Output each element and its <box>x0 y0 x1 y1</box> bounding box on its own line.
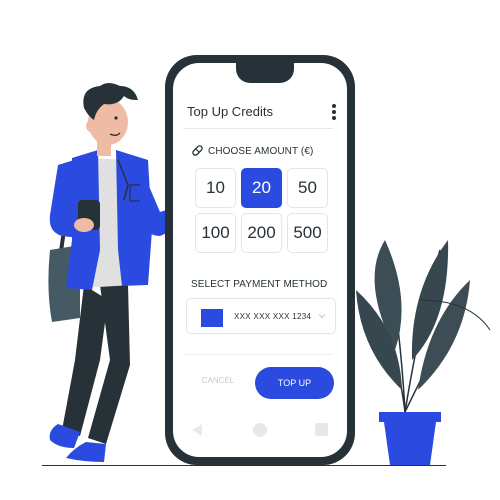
cancel-button[interactable]: CANCEL <box>190 376 246 390</box>
amount-option-20[interactable]: 20 <box>241 168 282 208</box>
chevron-down-icon <box>318 314 326 319</box>
card-number: XXX XXX XXX 1234 <box>234 312 312 321</box>
phone-notch <box>236 55 294 83</box>
back-icon[interactable] <box>191 423 203 437</box>
choose-amount-label: CHOOSE AMOUNT (€) <box>208 146 314 157</box>
amount-grid: 10 20 50 100 200 500 <box>195 168 329 254</box>
payment-method-select[interactable]: XXX XXX XXX 1234 <box>186 298 336 334</box>
ground-line <box>42 465 446 466</box>
amount-option-100[interactable]: 100 <box>195 213 236 253</box>
recent-apps-icon[interactable] <box>315 423 328 436</box>
header-divider <box>183 128 333 129</box>
top-up-button[interactable]: TOP UP <box>255 367 334 399</box>
phone-nav-bar <box>173 410 347 450</box>
amount-option-10[interactable]: 10 <box>195 168 236 208</box>
home-icon[interactable] <box>253 423 267 437</box>
amount-option-50[interactable]: 50 <box>287 168 328 208</box>
illustration-scene: Top Up Credits CHOOSE AMOUNT (€) 10 20 5… <box>0 0 500 500</box>
actions-divider <box>183 354 333 355</box>
amount-option-500[interactable]: 500 <box>287 213 328 253</box>
app-title: Top Up Credits <box>187 104 273 119</box>
card-icon <box>201 309 223 327</box>
coupon-icon <box>192 145 203 156</box>
payment-method-label: SELECT PAYMENT METHOD <box>191 279 328 290</box>
amount-option-200[interactable]: 200 <box>241 213 282 253</box>
more-options-icon[interactable] <box>329 103 339 121</box>
